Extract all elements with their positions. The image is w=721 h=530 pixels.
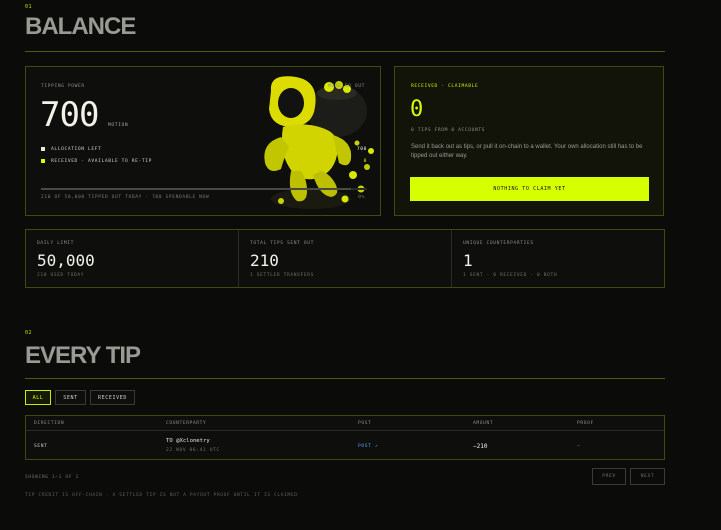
row-date: 22 NOV 06:41 UTC (166, 448, 220, 453)
legend-value: 700 (356, 147, 367, 152)
row-proof: — (577, 444, 581, 449)
row-direction: SENT (34, 444, 48, 449)
column-header-counterparty: COUNTERPARTY (166, 421, 207, 426)
tipping-power-unit: MOTION (108, 123, 129, 128)
tipping-power-amount: 700 (40, 95, 99, 135)
legend-square (41, 159, 45, 163)
row-post-link[interactable]: POST ↗ (358, 444, 378, 449)
stat-label: TOTAL TIPS SENT OUT (250, 241, 314, 246)
section-divider (25, 51, 665, 52)
column-header-amount: AMOUNT (473, 421, 494, 426)
showing-count: SHOWING 1–1 OF 1 (25, 475, 79, 480)
column-header-direction: DIRECTION (34, 421, 65, 426)
received-amount: 0 (410, 97, 424, 122)
footnote: TIP CREDIT IS OFF-CHAIN · A SETTLED TIP … (25, 493, 298, 498)
prev-button[interactable]: PREV (592, 468, 626, 485)
tipping-corner-label: MORE GO OUT (327, 84, 365, 89)
received-sub: 0 TIPS FROM 0 ACCOUNTS (411, 128, 486, 133)
legend-label: ALLOCATION LEFT (51, 147, 102, 152)
legend-value: 0 (363, 159, 367, 164)
section-title-tips: EVERY TIP (25, 342, 141, 369)
claim-button[interactable]: NOTHING TO CLAIM YET (410, 177, 649, 201)
stat-unique-counterparties: UNIQUE COUNTERPARTIES 1 1 SENT · 0 RECEI… (452, 230, 664, 287)
table-header-row: DIRECTION COUNTERPARTY POST AMOUNT PROOF (26, 416, 664, 431)
received-card: RECEIVED · CLAIMABLE 0 0 TIPS FROM 0 ACC… (394, 66, 664, 216)
legend-square (41, 147, 45, 151)
tipping-power-label: TIPPING POWER (41, 84, 85, 89)
stat-sub: 210 USED TODAY (37, 273, 85, 278)
table-row: SENT TO @Xclonetry 22 NOV 06:41 UTC POST… (26, 432, 664, 460)
stat-daily-limit: DAILY LIMIT 50,000 210 USED TODAY (26, 230, 238, 287)
next-button[interactable]: NEXT (630, 468, 665, 485)
tab-all[interactable]: ALL (25, 390, 51, 405)
stat-value: 210 (250, 251, 279, 270)
mascot-illustration (264, 76, 374, 209)
tab-received[interactable]: RECEIVED (90, 390, 135, 405)
tipping-footer: 210 OF 50,000 TIPPED OUT TODAY · 700 SPE… (41, 195, 210, 200)
tips-table: DIRECTION COUNTERPARTY POST AMOUNT PROOF… (25, 415, 665, 460)
tab-sent[interactable]: SENT (55, 390, 86, 405)
column-header-post: POST (358, 421, 372, 426)
stat-label: DAILY LIMIT (37, 241, 75, 246)
legend-row-received: RECEIVED · AVAILABLE TO RE-TIP 0 (41, 158, 367, 166)
stat-total-tips: TOTAL TIPS SENT OUT 210 1 SETTLED TRANSF… (239, 230, 451, 287)
row-counterparty[interactable]: TO @Xclonetry (166, 438, 210, 444)
legend-row-allocation: ALLOCATION LEFT 700 (41, 146, 367, 154)
stat-label: UNIQUE COUNTERPARTIES (463, 241, 534, 246)
section-number-balance: 01 (25, 4, 33, 10)
legend-label: RECEIVED · AVAILABLE TO RE-TIP (51, 159, 152, 164)
received-description: Send it back out as tips, or pull it on-… (411, 144, 643, 159)
section-title-balance: BALANCE (25, 13, 136, 40)
stat-value: 50,000 (37, 251, 95, 270)
tipping-power-card: TIPPING POWER MORE GO OUT 700 MOTION ALL… (25, 66, 381, 216)
stat-sub: 1 SENT · 0 RECEIVED · 0 BOTH (463, 273, 558, 278)
received-label: RECEIVED · CLAIMABLE (411, 84, 479, 89)
column-header-proof: PROOF (577, 421, 594, 426)
section-divider (25, 378, 665, 379)
stats-panel: DAILY LIMIT 50,000 210 USED TODAY TOTAL … (25, 229, 665, 288)
stat-sub: 1 SETTLED TRANSFERS (250, 273, 314, 278)
usage-progress-fill (41, 188, 351, 190)
section-number-tips: 02 (25, 330, 33, 336)
tipping-footer-right: 0% (358, 195, 365, 200)
stat-value: 1 (463, 251, 473, 270)
usage-progress-track (41, 188, 367, 190)
row-amount: −210 (473, 443, 488, 450)
